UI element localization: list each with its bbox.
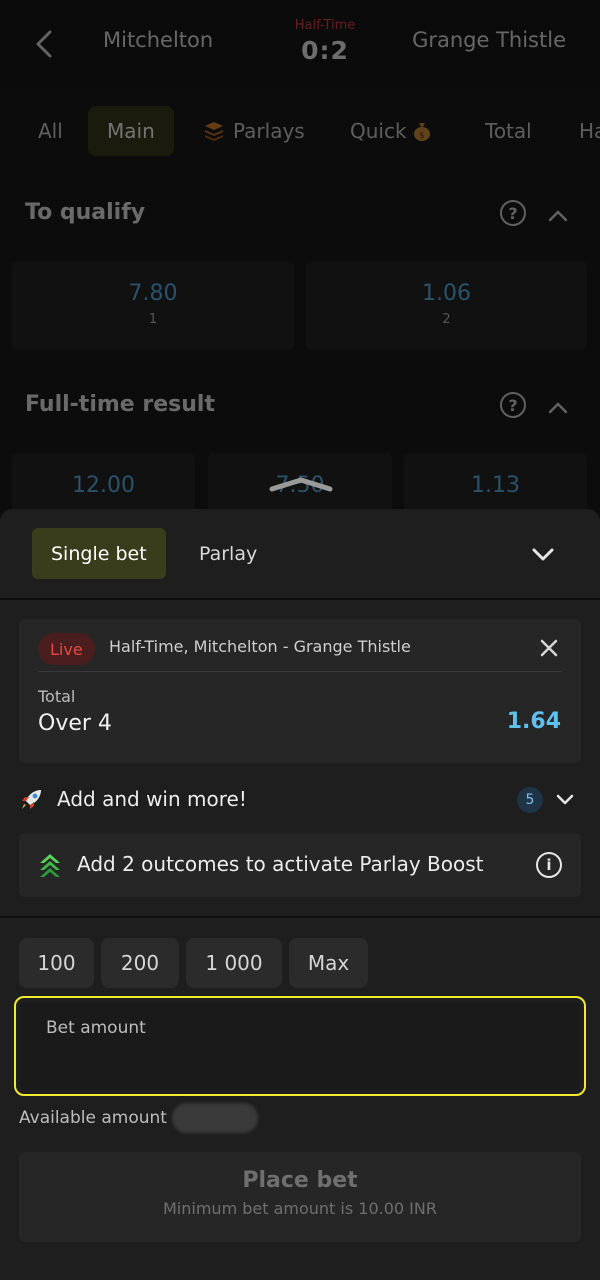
divider [38,671,562,672]
bet-amount-field[interactable]: Bet amount [14,996,586,1096]
quick-amount-button[interactable]: 100 [19,938,94,988]
chevron-up-icon[interactable] [546,204,570,228]
chevron-up-icon[interactable] [546,396,570,420]
add-and-win-row[interactable]: Add and win more! 5 [19,784,581,816]
info-icon[interactable]: i [536,852,562,878]
tab-single-bet[interactable]: Single bet [32,528,166,579]
parlay-boost-card: Add 2 outcomes to activate Parlay Boost … [19,833,581,897]
odd-value: 1.13 [471,473,520,498]
bet-amount-label: Bet amount [46,1018,146,1038]
market-tabs: All Main Parlays Quick $ Total Ha [0,98,600,164]
help-icon[interactable]: ? [500,200,526,226]
odd-value: 12.00 [72,473,135,498]
divider [0,598,600,600]
divider [0,916,600,918]
rocket-icon [22,790,41,809]
odd-value: 1.06 [422,281,471,306]
tab-parlays[interactable]: Parlays [184,106,324,156]
odd-value: 7.80 [128,281,178,306]
odd-label: 2 [442,312,451,327]
place-bet-button[interactable]: Place bet Minimum bet amount is 10.00 IN… [19,1152,581,1242]
parlays-stack-icon [205,122,223,141]
tab-label: Parlays [233,119,305,143]
max-amount-button[interactable]: Max [289,938,368,988]
tab-label: Ha [579,119,600,143]
drag-handle-icon[interactable] [268,476,334,492]
match-header: Mitchelton Half-Time 0:2 Grange Thistle [0,0,600,88]
selection-odd: 1.64 [506,709,561,734]
odd-label: 1 [148,312,158,327]
away-team-name: Grange Thistle [412,28,566,52]
outcome-name: Over 4 [38,711,112,736]
betslip-sheet: Single bet Parlay Live Half-Time, Mitche… [0,509,600,1280]
available-amount-label: Available amount [19,1108,167,1128]
tab-quick[interactable]: Quick $ [331,106,452,156]
odd-button[interactable]: 7.80 1 [12,261,294,350]
place-bet-label: Place bet [242,1168,358,1193]
event-name: Half-Time, Mitchelton - Grange Thistle [109,637,411,656]
place-bet-subtitle: Minimum bet amount is 10.00 INR [163,1199,437,1218]
section-title-fulltime: Full-time result [25,392,215,417]
tab-all[interactable]: All [19,106,82,156]
add-and-win-label: Add and win more! [57,787,247,811]
boost-chevrons-icon [40,854,60,877]
tab-label: Total [485,119,532,143]
close-icon[interactable] [537,636,561,660]
tab-total[interactable]: Total [466,106,551,156]
tab-label: All [38,119,63,143]
quick-amount-button[interactable]: 200 [101,938,179,988]
tab-label: Single bet [51,542,147,565]
chevron-down-icon [556,794,574,805]
live-badge: Live [38,633,95,665]
market-name: Total [38,687,76,706]
money-bag-icon: $ [413,123,430,141]
bet-amount-input[interactable] [46,1050,546,1078]
tab-label: Main [107,119,155,143]
section-title-qualify: To qualify [25,200,146,225]
tab-label: Parlay [199,542,258,565]
tab-main[interactable]: Main [88,106,174,156]
count-badge: 5 [517,787,543,813]
bet-selection-card: Live Half-Time, Mitchelton - Grange This… [19,619,581,763]
match-page: Mitchelton Half-Time 0:2 Grange Thistle … [0,0,600,523]
odd-button[interactable]: 1.06 2 [306,261,587,350]
help-icon[interactable]: ? [500,392,526,418]
tab-parlay[interactable]: Parlay [180,528,276,579]
svg-text:$: $ [419,131,425,141]
tab-handicap[interactable]: Ha [560,106,600,156]
tab-label: Quick [350,119,407,143]
parlay-boost-text: Add 2 outcomes to activate Parlay Boost [77,852,484,876]
chevron-down-icon[interactable] [530,541,556,567]
quick-amount-button[interactable]: 1 000 [186,938,282,988]
bet-amount-container: Bet amount [20,1002,580,1090]
available-amount-hidden [172,1103,258,1133]
